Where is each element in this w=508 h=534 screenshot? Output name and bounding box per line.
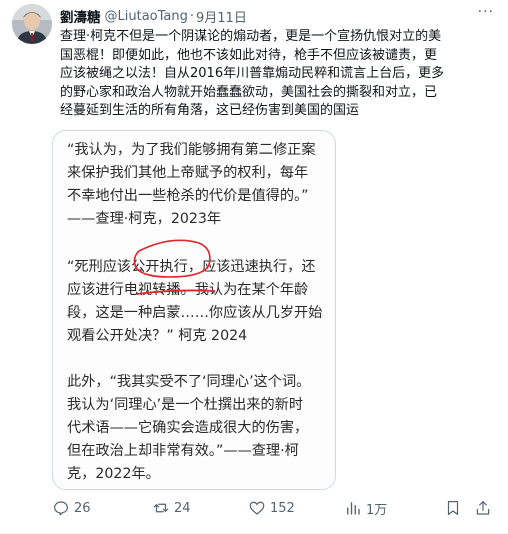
author-display-name[interactable]: 劉濤糖 xyxy=(60,6,101,26)
repost-count: 24 xyxy=(174,500,191,516)
quote-block-3: 此外，“我其实受不了‘同理心’这个词。 我认为‘同理心’是一个杜撰出来的新时 代… xyxy=(67,371,329,486)
heart-icon xyxy=(249,501,265,515)
views-icon xyxy=(347,502,360,515)
bookmark-button[interactable] xyxy=(444,495,462,521)
quote-line: 段，这是一种启蒙……你应该从几岁开始 xyxy=(67,305,323,321)
avatar[interactable] xyxy=(12,4,52,44)
quote-block-2: “死刑应该公开执行，应该迅速执行，还 应该进行电视转播。我认为在某个年龄 段，这… xyxy=(67,256,329,348)
avatar-image xyxy=(12,4,52,44)
quote-line: 克，2022年。 xyxy=(67,466,160,482)
quote-line: 我认为‘同理心’是一个杜撰出来的新时 xyxy=(67,397,304,413)
tweet-date[interactable]: 9月11日 xyxy=(196,7,247,26)
tweet-text-line: 的野心家和政治人物就开始蠢蠢欲动，美国社会的撕裂和对立，已 xyxy=(60,84,438,100)
action-bar: 26 24 152 1万 xyxy=(52,495,496,521)
quote-line: 观看公开处决？” 柯克 2024 xyxy=(67,328,248,344)
tweet-text-line: 经蔓延到生活的所有角落，这已经伤害到美国的国运 xyxy=(60,103,360,118)
quote-line: 但在政治上却非常有效。”——查理·柯 xyxy=(67,443,299,459)
quote-block-1: “我认为，为了我们能够拥有第二修正案 来保护我们其他上帝赋予的权利，每年 不幸地… xyxy=(67,139,329,231)
quote-line: “死刑应该公开执行，应该迅速执行，还 xyxy=(67,259,316,275)
like-button[interactable]: 152 xyxy=(248,495,295,521)
attached-image[interactable]: “我认为，为了我们能够拥有第二修正案 来保护我们其他上帝赋予的权利，每年 不幸地… xyxy=(52,130,336,490)
tweet-header: 劉濤糖 @LiutaoTang · 9月11日 ··· xyxy=(60,4,494,26)
reply-button[interactable]: 26 xyxy=(52,495,91,521)
share-icon xyxy=(476,501,490,515)
reply-count: 26 xyxy=(74,500,91,516)
repost-icon xyxy=(153,503,169,513)
tweet[interactable]: 劉濤糖 @LiutaoTang · 9月11日 ··· 查理·柯克不但是一个阴谋… xyxy=(0,0,508,534)
repost-button[interactable]: 24 xyxy=(152,495,191,521)
quote-line: ——查理·柯克，2023年 xyxy=(67,211,222,227)
tweet-text-line: 国恶棍！即便如此，他也不该如此对待，枪手不但应该被谴责，更 xyxy=(60,47,438,63)
like-count: 152 xyxy=(270,500,295,516)
quote-line: 来保护我们其他上帝赋予的权利，每年 xyxy=(67,165,309,181)
more-icon[interactable]: ··· xyxy=(478,4,494,20)
tweet-text-line: 应该被绳之以法！自从2016年川普靠煽动民粹和谎言上台后，更多 xyxy=(60,66,445,81)
quote-line: “我认为，为了我们能够拥有第二修正案 xyxy=(67,142,316,158)
bookmark-icon xyxy=(447,501,459,515)
quote-line: 不幸地付出一些枪杀的代价是值得的。” xyxy=(67,188,309,204)
tweet-text-line: 查理·柯克不但是一个阴谋论的煽动者，更是一个宣扬仇恨对立的美 xyxy=(60,29,442,44)
quote-line: 此外，“我其实受不了‘同理心’这个词。 xyxy=(67,374,311,390)
tweet-text: 查理·柯克不但是一个阴谋论的煽动者，更是一个宣扬仇恨对立的美 国恶棍！即便如此，… xyxy=(60,28,496,121)
reply-icon xyxy=(54,501,68,516)
views-count: 1万 xyxy=(366,502,388,518)
author-handle[interactable]: @LiutaoTang xyxy=(105,9,188,24)
separator-dot: · xyxy=(189,8,194,24)
share-button[interactable] xyxy=(474,495,492,521)
quote-line: 代术语——它确实会造成很大的伤害， xyxy=(67,420,309,436)
quote-line: 应该进行电视转播。我认为在某个年龄 xyxy=(67,282,309,298)
views-button[interactable]: 1万 xyxy=(344,495,387,521)
